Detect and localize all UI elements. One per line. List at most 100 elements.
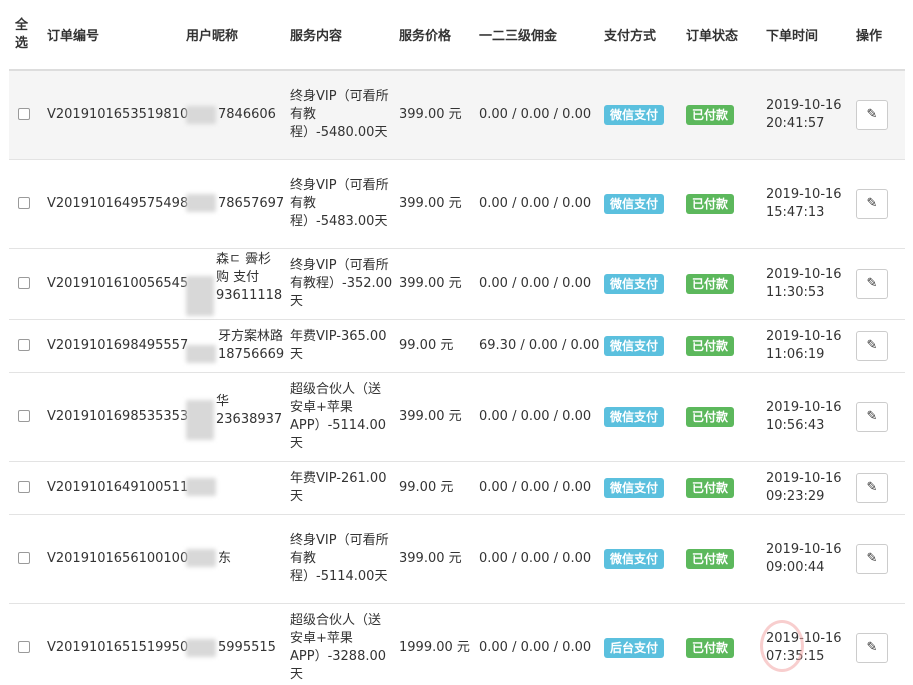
table-row[interactable]: V2019101698535353 华 23638937 超级合伙人（送安卓+苹… [9,371,905,461]
row-checkbox[interactable] [18,277,30,289]
table-row[interactable]: V2019101698495557 牙方案林路 18756669 年费VIP-3… [9,318,905,372]
status-cell: 已付款 [686,371,766,461]
col-order-no: 订单编号 [39,0,186,71]
order-no: V2019101610056545 [39,247,188,319]
pay-method-cell: 微信支付 [604,513,686,603]
service: 终身VIP（可看所有教程）-5483.00天 [290,158,399,248]
blurred-avatar [186,478,216,497]
col-status: 订单状态 [686,0,766,71]
col-price: 服务价格 [399,0,479,71]
nickname: 森ㄷ 霽杉 购 支付 93611118 [216,252,283,304]
pay-method-cell: 微信支付 [604,318,686,372]
price: 399.00 元 [399,69,479,159]
edit-button[interactable]: ✎ [856,330,888,361]
commission: 0.00 / 0.00 / 0.00 [479,460,604,514]
row-checkbox[interactable] [18,108,30,121]
price: 399.00 元 [399,371,479,461]
status-badge: 已付款 [686,273,735,294]
pencil-icon: ✎ [866,337,878,353]
table-body: V2019101653519810 7846606 终身VIP（可看所有教程）-… [9,69,905,685]
edit-button[interactable]: ✎ [856,632,888,663]
row-checkbox[interactable] [18,339,30,351]
row-checkbox[interactable] [18,641,30,654]
action-cell: ✎ [856,602,905,685]
edit-button[interactable]: ✎ [856,99,888,130]
service: 终身VIP（可看所有教程）-5114.00天 [290,513,399,603]
price: 1999.00 元 [399,602,479,685]
commission: 69.30 / 0.00 / 0.00 [479,318,604,372]
pencil-icon: ✎ [866,639,878,655]
action-cell: ✎ [856,318,905,372]
row-checkbox-cell[interactable] [9,460,39,514]
pay-method-cell: 微信支付 [604,371,686,461]
table-row[interactable]: V2019101656100100 东 终身VIP（可看所有教程）-5114.0… [9,513,905,603]
edit-button[interactable]: ✎ [856,401,888,432]
orders-page: 全 选 订单编号 用户昵称 服务内容 服务价格 一二三级佣金 支付方式 订单状态… [0,0,913,685]
action-cell: ✎ [856,158,905,248]
status-badge: 已付款 [686,548,735,569]
pay-method-badge: 后台支付 [604,637,665,658]
table-row[interactable]: V2019101610056545 森ㄷ 霽杉 购 支付 93611118 终身… [9,247,905,319]
nickname-cell: 东 [186,513,290,603]
blurred-avatar [186,399,214,440]
blurred-avatar [186,638,216,657]
select-all-header[interactable]: 全 选 [9,0,39,71]
row-checkbox[interactable] [18,197,30,209]
service: 年费VIP-365.00天 [290,318,399,372]
order-no: V2019101656100100 [39,513,188,603]
col-time: 下单时间 [766,0,856,71]
nickname: 7846606 [218,107,276,122]
pay-method-cell: 微信支付 [604,69,686,159]
row-checkbox-cell[interactable] [9,371,39,461]
row-checkbox-cell[interactable] [9,158,39,248]
order-time: 2019-10-16 10:56:43 [766,371,856,461]
blurred-avatar [186,549,216,568]
row-checkbox-cell[interactable] [9,318,39,372]
service: 超级合伙人（送安卓+苹果APP）-5114.00天 [290,371,399,461]
order-time: 2019-10-16 15:47:13 [766,158,856,248]
row-checkbox[interactable] [18,552,30,564]
col-commission: 一二三级佣金 [479,0,604,71]
commission: 0.00 / 0.00 / 0.00 [479,69,604,159]
price: 399.00 元 [399,247,479,319]
table-row[interactable]: V2019101653519810 7846606 终身VIP（可看所有教程）-… [9,69,905,159]
row-checkbox-cell[interactable] [9,247,39,319]
nickname-cell: 5995515 [186,602,290,685]
edit-button[interactable]: ✎ [856,268,888,299]
edit-button[interactable]: ✎ [856,188,888,219]
order-no: V2019101651519950 [39,602,188,685]
nickname: 5995515 [218,640,276,655]
row-checkbox[interactable] [18,481,30,493]
order-no: V2019101653519810 [39,69,188,159]
row-checkbox-cell[interactable] [9,513,39,603]
row-checkbox-cell[interactable] [9,69,39,159]
blurred-avatar [186,275,214,316]
watermark-logo [760,620,804,672]
edit-button[interactable]: ✎ [856,472,888,503]
orders-table: 全 选 订单编号 用户昵称 服务内容 服务价格 一二三级佣金 支付方式 订单状态… [9,0,905,685]
status-badge: 已付款 [686,193,735,214]
table-header: 全 选 订单编号 用户昵称 服务内容 服务价格 一二三级佣金 支付方式 订单状态… [9,0,905,71]
edit-button[interactable]: ✎ [856,543,888,574]
pay-method-badge: 微信支付 [604,273,665,294]
pay-method-badge: 微信支付 [604,335,665,356]
action-cell: ✎ [856,513,905,603]
status-cell: 已付款 [686,69,766,159]
table-row[interactable]: V2019101649575498 78657697 终身VIP（可看所有教程）… [9,158,905,248]
nickname-cell: 森ㄷ 霽杉 购 支付 93611118 [186,247,290,319]
service: 超级合伙人（送安卓+苹果APP）-3288.00天 [290,602,399,685]
pay-method-badge: 微信支付 [604,193,665,214]
status-badge: 已付款 [686,637,735,658]
nickname: 牙方案林路 18756669 [218,328,285,362]
pay-method-badge: 微信支付 [604,477,665,498]
pay-method-badge: 微信支付 [604,406,665,427]
status-badge: 已付款 [686,406,735,427]
nickname: 东 [218,550,232,566]
row-checkbox[interactable] [18,410,30,422]
nickname-cell: 7846606 [186,69,290,159]
select-all-label[interactable]: 全 选 [15,17,28,53]
pay-method-cell: 后台支付 [604,602,686,685]
row-checkbox-cell[interactable] [9,602,39,685]
table-row[interactable]: V2019101649100511 年费VIP-261.00天 99.00 元 … [9,460,905,514]
pencil-icon: ✎ [866,195,878,211]
